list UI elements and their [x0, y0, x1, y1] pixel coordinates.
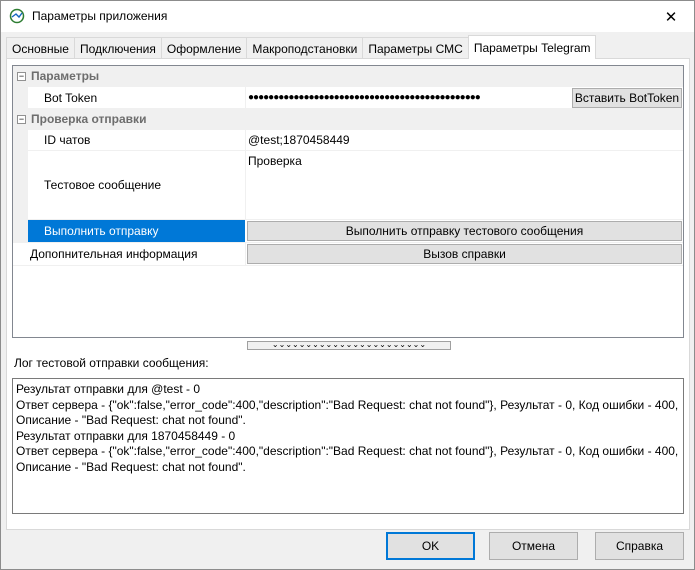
send-test-message-button[interactable]: Выполнить отправку тестового сообщения	[247, 221, 682, 241]
category-check[interactable]: − Проверка отправки	[13, 109, 683, 130]
chat-ids-row: ID чатов @test;1870458449	[13, 130, 683, 151]
log-line: Описание - "Bad Request: chat not found"…	[16, 413, 246, 427]
log-line: Результат отправки для @test - 0	[16, 382, 201, 396]
extra-info-label: Допопнительная информация	[30, 247, 198, 261]
test-message-row: Тестовое сообщение Проверка	[13, 151, 683, 220]
help-button[interactable]: Справка	[595, 532, 684, 560]
bot-token-label: Bot Token	[44, 90, 98, 105]
app-settings-window: Параметры приложения ✕ Основные Подключе…	[0, 0, 695, 570]
send-label: Выполнить отправку	[28, 220, 245, 242]
log-line: Описание - "Bad Request: chat not found"…	[16, 459, 246, 474]
title-bar: Параметры приложения ✕	[1, 1, 694, 32]
collapse-icon[interactable]: −	[17, 115, 26, 124]
category-params[interactable]: − Параметры	[13, 66, 683, 87]
bot-token-field[interactable]: ●●●●●●●●●●●●●●●●●●●●●●●●●●●●●●●●●●●●●●●●…	[248, 87, 568, 108]
cancel-button[interactable]: Отмена	[489, 532, 578, 560]
bot-token-row: Bot Token ●●●●●●●●●●●●●●●●●●●●●●●●●●●●●●…	[13, 87, 683, 109]
log-line: Ответ сервера - {"ok":false,"error_code"…	[16, 444, 679, 458]
category-label: Проверка отправки	[31, 112, 147, 126]
send-row: Выполнить отправку Выполнить отправку те…	[13, 220, 683, 243]
log-line: Ответ сервера - {"ok":false,"error_code"…	[16, 397, 679, 412]
log-textarea[interactable]: Результат отправки для @test - 0 Ответ с…	[12, 378, 684, 514]
log-label: Лог тестовой отправки сообщения:	[14, 356, 209, 370]
tab-macros[interactable]: Макроподстановки	[246, 37, 364, 59]
chat-ids-field[interactable]: @test;1870458449	[248, 130, 350, 150]
close-icon[interactable]: ✕	[648, 1, 694, 32]
test-message-label: Тестовое сообщение	[44, 178, 162, 192]
window-title: Параметры приложения	[32, 9, 168, 23]
tab-general[interactable]: Основные	[6, 37, 75, 59]
extra-info-row: Допопнительная информация Вызов справки	[13, 243, 683, 266]
collapse-icon[interactable]: −	[17, 72, 26, 81]
tab-sms[interactable]: Параметры СМС	[362, 37, 469, 59]
property-grid: − Параметры Bot Token ●●●●●●●●●●●●●●●●●●…	[12, 65, 684, 338]
ok-button[interactable]: OK	[386, 532, 475, 560]
tab-connections[interactable]: Подключения	[73, 37, 162, 59]
paste-bot-token-button[interactable]: Вставить BotToken	[572, 88, 682, 108]
tab-telegram[interactable]: Параметры Telegram	[467, 35, 597, 59]
tab-appearance[interactable]: Оформление	[160, 37, 248, 59]
log-line: Результат отправки для 1870458449 - 0	[16, 428, 236, 443]
test-message-field[interactable]: Проверка	[248, 151, 302, 219]
chat-ids-label: ID чатов	[44, 133, 91, 147]
help-call-button[interactable]: Вызов справки	[247, 244, 682, 264]
app-logo-icon	[9, 8, 25, 24]
category-label: Параметры	[31, 69, 100, 83]
splitter-handle[interactable]: ⌄⌄⌄⌄⌄⌄⌄⌄⌄⌄⌄⌄⌄⌄⌄⌄⌄⌄⌄⌄⌄⌄⌄	[247, 341, 451, 350]
settings-tabs: Основные Подключения Оформление Макропод…	[6, 35, 597, 59]
